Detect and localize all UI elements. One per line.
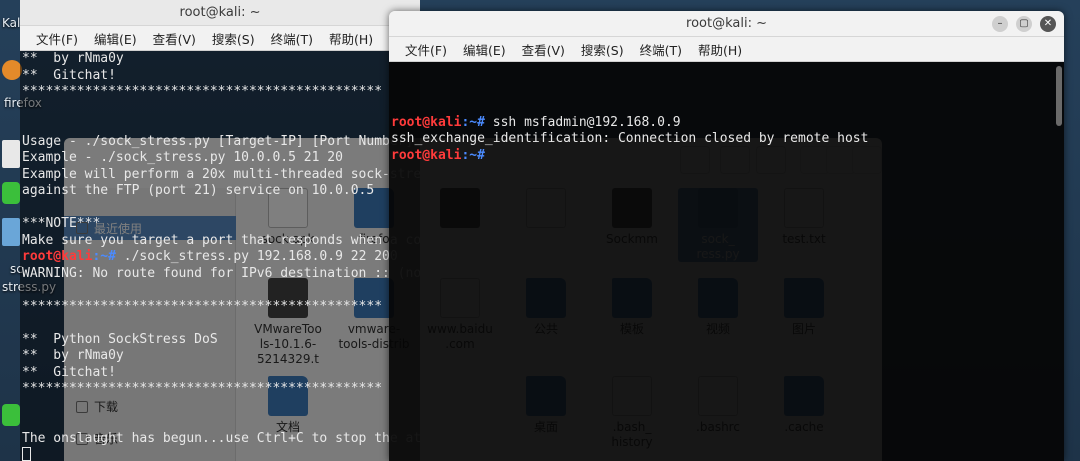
menu-item[interactable]: 编辑(E) bbox=[455, 40, 514, 59]
terminal-line: ** by rNma0y bbox=[22, 348, 124, 363]
terminal-output[interactable]: ** by rNma0y ** Gitchat! *****************… bbox=[20, 51, 420, 461]
terminal-line: ** Gitchat! bbox=[22, 67, 116, 83]
terminal-line: Make sure you target a port that respond… bbox=[22, 232, 420, 248]
menu-item[interactable]: 搜索(S) bbox=[204, 29, 263, 48]
terminal-line: ** by rNma0y bbox=[22, 51, 124, 66]
desktop-label-kali: Kal bbox=[2, 16, 21, 30]
titlebar: root@kali: ~ – ▢ ✕ bbox=[389, 11, 1064, 37]
firefox-icon[interactable] bbox=[2, 60, 22, 80]
window-title: root@kali: ~ bbox=[20, 0, 420, 26]
menu-item[interactable]: 文件(F) bbox=[397, 40, 455, 59]
terminal-line: ****************************************… bbox=[22, 381, 383, 396]
text-cursor bbox=[22, 447, 31, 461]
prompt-path: :~# bbox=[461, 114, 485, 130]
menu-item[interactable]: 搜索(S) bbox=[573, 40, 632, 59]
menu-bar: 文件(F) 编辑(E) 查看(V) 搜索(S) 终端(T) 帮助(H) bbox=[20, 26, 420, 51]
command-text: ./sock_stress.py 192.168.0.9 22 200 bbox=[115, 249, 398, 264]
green-app-icon-2[interactable] bbox=[2, 404, 20, 426]
window-title: root@kali: ~ bbox=[686, 16, 767, 31]
prompt-user: root@kali bbox=[391, 114, 462, 130]
terminal-line: The onslaught has begun...use Ctrl+C to … bbox=[22, 430, 420, 446]
scrollbar[interactable] bbox=[1054, 62, 1062, 461]
menu-item[interactable]: 查看(V) bbox=[145, 29, 204, 48]
terminal-line: ****************************************… bbox=[22, 84, 383, 99]
terminal-line: Example will perform a 20x multi-threade… bbox=[22, 166, 420, 182]
terminal-line: WARNING: No route found for IPv6 destina… bbox=[22, 265, 420, 281]
menu-item[interactable]: 终端(T) bbox=[632, 40, 690, 59]
menu-bar: 文件(F) 编辑(E) 查看(V) 搜索(S) 终端(T) 帮助(H) bbox=[389, 37, 1064, 62]
terminal-line bbox=[22, 447, 420, 461]
terminal-output[interactable]: root@kali:~# ssh msfadmin@192.168.0.9 ssh… bbox=[389, 62, 1064, 461]
terminal-line: ****************************************… bbox=[22, 298, 383, 314]
maximize-icon[interactable]: ▢ bbox=[1016, 16, 1032, 32]
close-icon[interactable]: ✕ bbox=[1040, 16, 1056, 32]
terminal-line: root@kali:~# bbox=[391, 148, 1064, 165]
desktop-icon-column: Kal firefox sc stress.py bbox=[0, 0, 56, 461]
command-text: ssh msfadmin@192.168.0.9 bbox=[484, 114, 681, 130]
prompt-path: :~# bbox=[461, 147, 485, 163]
python-file-icon[interactable] bbox=[2, 218, 20, 246]
terminal-window-right[interactable]: root@kali: ~ – ▢ ✕ 文件(F) 编辑(E) 查看(V) 搜索(S) 终… bbox=[389, 11, 1064, 461]
terminal-line: ** Gitchat! bbox=[22, 364, 116, 380]
prompt-path: :~# bbox=[92, 249, 116, 264]
menu-item[interactable]: 终端(T) bbox=[263, 29, 321, 48]
document-icon[interactable] bbox=[2, 140, 20, 168]
terminal-line: ** Python SockStress DoS bbox=[22, 331, 218, 347]
minimize-icon[interactable]: – bbox=[992, 16, 1008, 32]
terminal-line: root@kali:~# ssh msfadmin@192.168.0.9 bbox=[391, 115, 1064, 132]
terminal-line: Example - ./sock_stress.py 10.0.0.5 21 2… bbox=[22, 150, 343, 165]
prompt-user: root@kali bbox=[22, 249, 93, 264]
menu-item[interactable]: 编辑(E) bbox=[86, 29, 145, 48]
terminal-line: ssh_exchange_identification: Connection … bbox=[391, 131, 869, 146]
terminal-line: root@kali:~# ./sock_stress.py 192.168.0.… bbox=[22, 249, 420, 266]
window-controls: – ▢ ✕ bbox=[992, 16, 1056, 32]
terminal-window-left[interactable]: root@kali: ~ 文件(F) 编辑(E) 查看(V) 搜索(S) 终端(T) 帮助… bbox=[20, 0, 420, 461]
menu-item[interactable]: 查看(V) bbox=[514, 40, 573, 59]
terminal-line: Usage - ./sock_stress.py [Target-IP] [Po… bbox=[22, 133, 414, 149]
terminal-line: against the FTP (port 21) service on 10.… bbox=[22, 183, 375, 198]
menu-item[interactable]: 帮助(H) bbox=[690, 40, 750, 59]
prompt-user: root@kali bbox=[391, 147, 462, 163]
terminal-line: ***NOTE*** bbox=[22, 216, 101, 231]
menu-item[interactable]: 文件(F) bbox=[28, 29, 86, 48]
scroll-thumb[interactable] bbox=[1056, 66, 1062, 126]
green-app-icon[interactable] bbox=[2, 182, 20, 204]
menu-item[interactable]: 帮助(H) bbox=[321, 29, 381, 48]
